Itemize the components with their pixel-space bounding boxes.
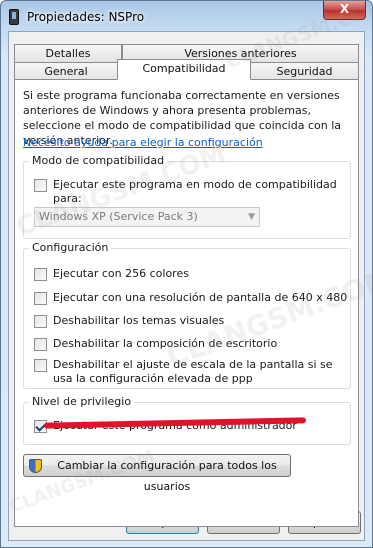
option-disable-dpi-scaling-checkbox[interactable] — [34, 359, 47, 372]
option-disable-dpi-scaling-label[interactable]: Deshabilitar el ajuste de escala de la p… — [53, 358, 334, 386]
change-all-users-label: Cambiar la configuración para todos los … — [57, 459, 277, 493]
title-bar[interactable]: Propiedades: NSPro X — [1, 1, 372, 31]
option-640x480-label[interactable]: Ejecutar con una resolución de pantalla … — [53, 291, 347, 305]
dialog-client-area: Detalles Versiones anteriores General Co… — [8, 31, 365, 541]
option-disable-dpi-scaling[interactable]: Deshabilitar el ajuste de escala de la p… — [34, 358, 334, 386]
os-select[interactable]: Windows XP (Service Pack 3) ▼ — [34, 207, 260, 227]
option-disable-themes-checkbox[interactable] — [34, 315, 47, 328]
option-disable-themes[interactable]: Deshabilitar los temas visuales — [34, 314, 224, 328]
close-button[interactable]: X — [323, 1, 366, 20]
option-640x480-checkbox[interactable] — [34, 292, 47, 305]
chevron-down-icon: ▼ — [248, 212, 255, 222]
compatibility-panel: Si este programa funcionaba correctament… — [14, 79, 359, 527]
compat-mode-title: Modo de compatibilidad — [29, 154, 168, 167]
compat-mode-checkbox[interactable] — [34, 179, 47, 192]
phone-app-icon — [9, 9, 19, 25]
tab-general[interactable]: General — [14, 62, 118, 80]
uac-shield-icon — [29, 459, 42, 473]
option-disable-composition-checkbox[interactable] — [34, 338, 47, 351]
properties-window: Propiedades: NSPro X Detalles Versiones … — [0, 0, 373, 548]
settings-group: Configuración Ejecutar con 256 colores E… — [23, 241, 351, 389]
compat-mode-group: Modo de compatibilidad Ejecutar este pro… — [23, 154, 351, 239]
settings-title: Configuración — [29, 241, 112, 254]
privilege-title: Nivel de privilegio — [29, 395, 135, 408]
option-640x480[interactable]: Ejecutar con una resolución de pantalla … — [34, 291, 347, 305]
tab-details[interactable]: Detalles — [14, 44, 122, 62]
compat-mode-label[interactable]: Ejecutar este programa en modo de compat… — [53, 178, 350, 206]
option-256-colors-label[interactable]: Ejecutar con 256 colores — [53, 267, 189, 281]
os-select-value: Windows XP (Service Pack 3) — [39, 210, 198, 223]
help-link[interactable]: Necesito ayuda para elegir la configurac… — [23, 136, 263, 149]
option-256-colors-checkbox[interactable] — [34, 268, 47, 281]
option-256-colors[interactable]: Ejecutar con 256 colores — [34, 267, 189, 281]
change-all-users-button[interactable]: Cambiar la configuración para todos los … — [23, 454, 291, 493]
option-disable-composition[interactable]: Deshabilitar la composición de escritori… — [34, 337, 277, 351]
option-disable-themes-label[interactable]: Deshabilitar los temas visuales — [53, 314, 224, 328]
window-title: Propiedades: NSPro — [27, 10, 145, 24]
tab-security[interactable]: Seguridad — [250, 62, 359, 80]
compat-mode-row[interactable]: Ejecutar este programa en modo de compat… — [34, 178, 350, 206]
tab-compatibility[interactable]: Compatibilidad — [117, 59, 251, 80]
option-disable-composition-label[interactable]: Deshabilitar la composición de escritori… — [53, 337, 277, 351]
